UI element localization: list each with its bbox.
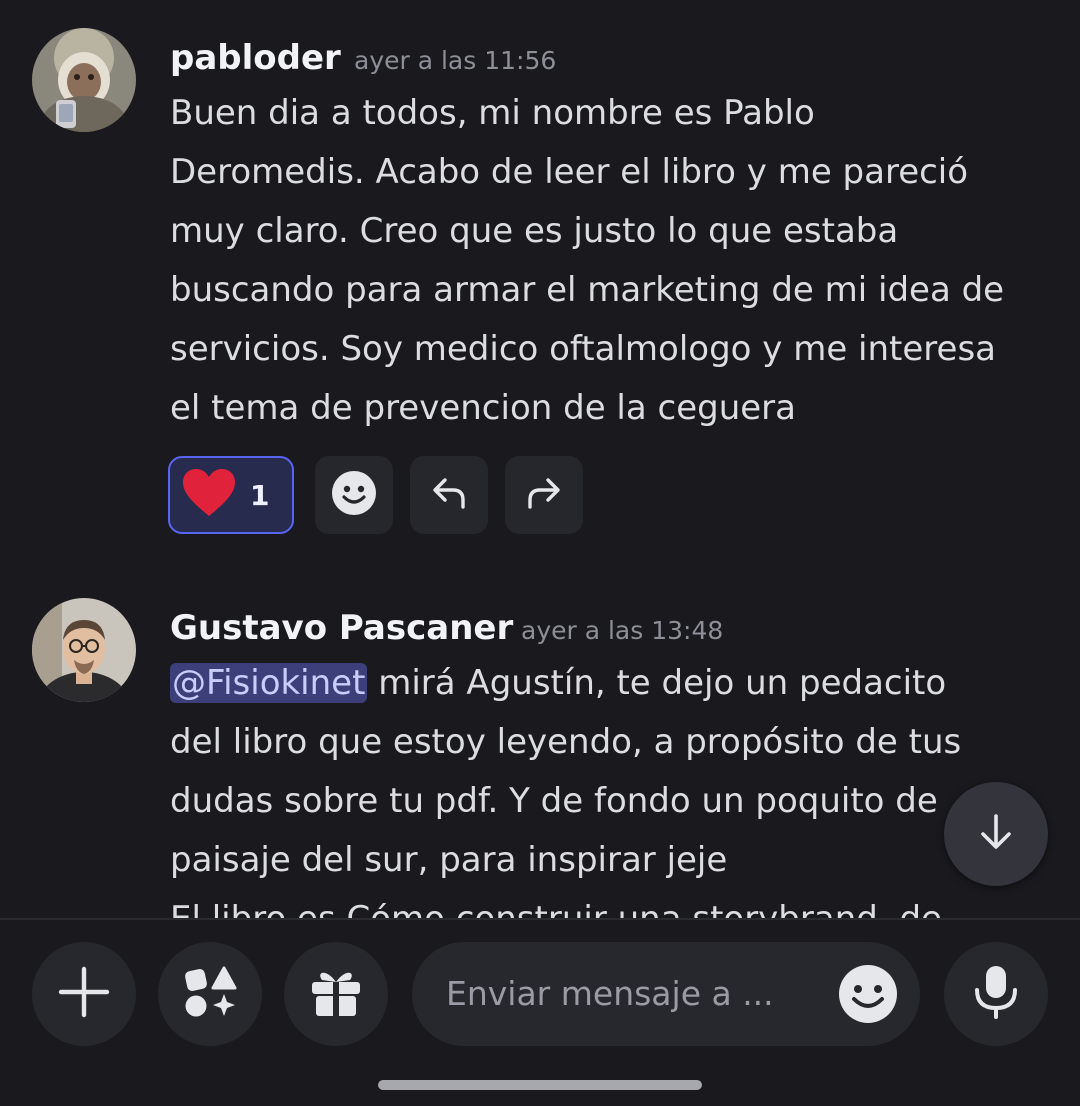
reaction-count: 1 (250, 478, 270, 512)
voice-message-button[interactable] (944, 942, 1048, 1046)
user-mention[interactable]: @Fisiokinet (170, 663, 368, 703)
emoji-icon (331, 470, 377, 520)
scroll-to-bottom-button[interactable] (944, 782, 1048, 886)
message-input[interactable]: Enviar mensaje a ... (412, 942, 920, 1046)
microphone-icon (971, 964, 1021, 1024)
apps-icon (182, 964, 238, 1024)
home-indicator[interactable] (378, 1080, 702, 1090)
heart-reaction-button[interactable]: 1 (168, 456, 294, 534)
add-attachment-button[interactable] (32, 942, 136, 1046)
reply-icon (429, 473, 469, 517)
avatar[interactable] (32, 28, 136, 132)
forward-button[interactable] (505, 456, 583, 534)
author-name[interactable]: pabloder (170, 38, 341, 78)
message-input-placeholder: Enviar mensaje a ... (446, 974, 774, 1013)
message-timestamp: ayer a las 13:48 (521, 616, 724, 645)
message-timestamp: ayer a las 11:56 (354, 46, 557, 75)
apps-button[interactable] (158, 942, 262, 1046)
emoji-picker-button[interactable] (838, 964, 898, 1024)
author-name[interactable]: Gustavo Pascaner (170, 608, 513, 648)
chat-messages[interactable]: pabloder ayer a las 11:56 Buen dia a tod… (0, 0, 1080, 918)
emoji-icon (838, 965, 898, 1028)
reply-button[interactable] (410, 456, 488, 534)
message-text: Buen dia a todos, mi nombre es Pablo Der… (170, 93, 1005, 428)
arrow-down-icon (974, 810, 1018, 858)
message-composer: Enviar mensaje a ... (0, 920, 1080, 1106)
message-text: @Fisiokinet mirá Agustín, te dejo un ped… (170, 654, 1050, 918)
gift-icon (308, 964, 364, 1024)
gift-button[interactable] (284, 942, 388, 1046)
add-reaction-button[interactable] (315, 456, 393, 534)
plus-icon (57, 965, 111, 1023)
avatar[interactable] (32, 598, 136, 702)
heart-icon (182, 468, 236, 522)
forward-icon (524, 473, 564, 517)
